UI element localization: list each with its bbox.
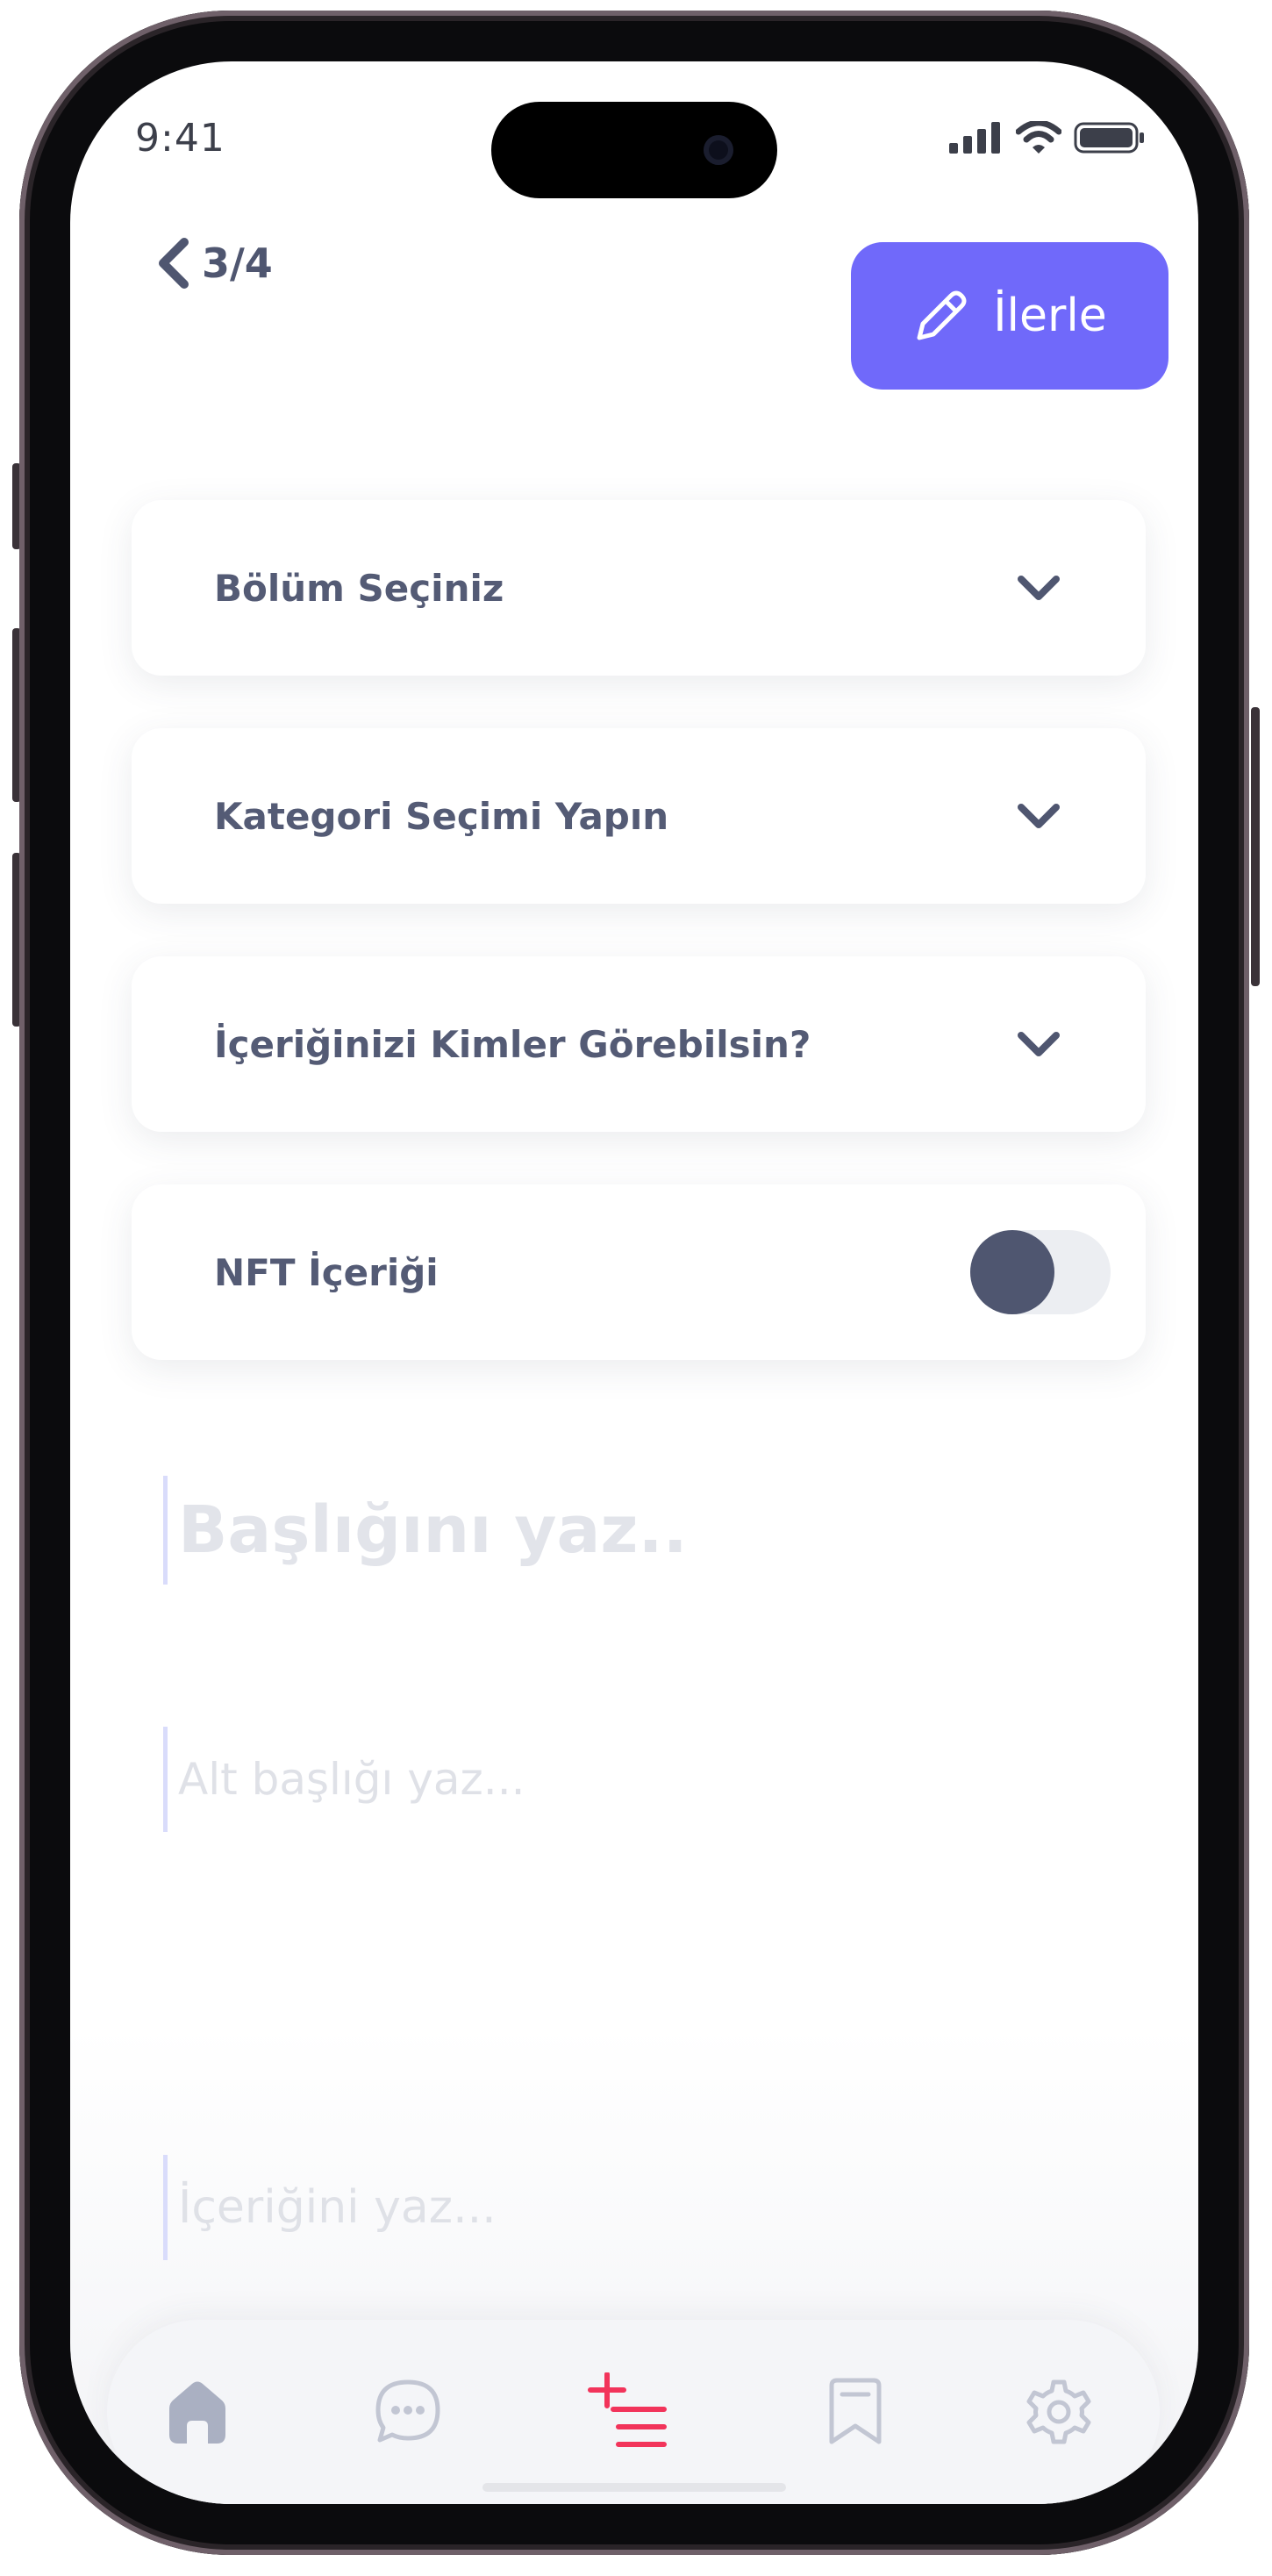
tab-messages[interactable]: [360, 2364, 456, 2460]
home-indicator: [482, 2483, 786, 2492]
chevron-left-icon: [159, 238, 189, 289]
battery-icon: [1074, 122, 1144, 154]
title-input[interactable]: Başlığını yaz..: [163, 1476, 688, 1585]
pencil-icon: [917, 290, 967, 340]
bookmark-icon: [829, 2378, 882, 2444]
tab-settings[interactable]: [1011, 2364, 1107, 2460]
title-placeholder: Başlığını yaz..: [178, 1492, 688, 1568]
gear-icon: [1026, 2379, 1091, 2444]
back-button[interactable]: 3/4: [154, 237, 273, 290]
phone-frame: 9:41 3/4 İlerle Bölüm Seçiniz Kategori S…: [19, 11, 1249, 2555]
camera-icon: [704, 135, 733, 165]
step-indicator: 3/4: [202, 240, 273, 287]
chevron-down-icon: [1018, 576, 1060, 600]
category-dropdown-label: Kategori Seçimi Yapın: [214, 794, 669, 838]
tab-bar: [107, 2320, 1160, 2504]
tab-home[interactable]: [149, 2364, 246, 2460]
visibility-dropdown-label: İçeriğinizi Kimler Görebilsin?: [214, 1022, 811, 1066]
wifi-icon: [1016, 121, 1061, 154]
chevron-down-icon: [1018, 804, 1060, 828]
visibility-dropdown[interactable]: İçeriğinizi Kimler Görebilsin?: [132, 956, 1146, 1132]
next-button[interactable]: İlerle: [851, 242, 1168, 390]
nft-toggle[interactable]: [970, 1230, 1111, 1314]
power-button: [1251, 707, 1260, 986]
subtitle-placeholder: Alt başlığı yaz...: [178, 1754, 525, 1805]
cellular-signal-icon: [949, 122, 1000, 154]
tab-create[interactable]: [579, 2364, 675, 2460]
section-dropdown[interactable]: Bölüm Seçiniz: [132, 500, 1146, 676]
category-dropdown[interactable]: Kategori Seçimi Yapın: [132, 728, 1146, 904]
nft-toggle-label: NFT İçeriği: [214, 1250, 439, 1294]
chat-bubble-icon: [375, 2379, 440, 2443]
dynamic-island: [491, 102, 777, 198]
add-list-icon: [588, 2372, 667, 2447]
content-input[interactable]: İçeriğini yaz...: [163, 2155, 497, 2260]
tab-saved[interactable]: [807, 2364, 904, 2460]
section-dropdown-label: Bölüm Seçiniz: [214, 566, 504, 610]
content-placeholder: İçeriğini yaz...: [178, 2181, 497, 2234]
screen: 9:41 3/4 İlerle Bölüm Seçiniz Kategori S…: [70, 61, 1198, 2504]
chevron-down-icon: [1018, 1032, 1060, 1056]
subtitle-input[interactable]: Alt başlığı yaz...: [163, 1727, 525, 1832]
toggle-knob: [970, 1230, 1054, 1314]
home-icon: [169, 2381, 225, 2444]
status-time: 9:41: [135, 116, 225, 161]
status-icons: [949, 121, 1146, 154]
nft-toggle-card: NFT İçeriği: [132, 1184, 1146, 1360]
next-button-label: İlerle: [993, 290, 1107, 342]
